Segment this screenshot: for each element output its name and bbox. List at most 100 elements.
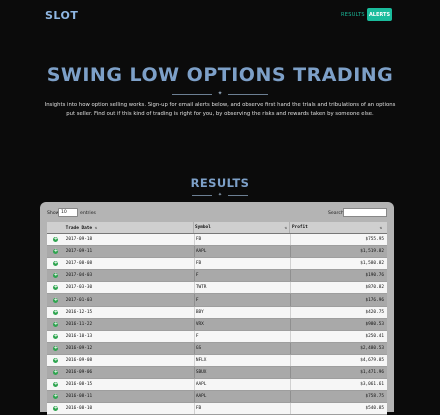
trade-date-cell: 2017-09-11 <box>65 249 93 255</box>
profit-cell: $540.85 <box>290 403 387 415</box>
results-table-panel: Show 10 entries Search: Trade Date ⇅ Sym… <box>40 202 394 415</box>
expand-cell[interactable]: + <box>47 273 65 279</box>
trade-date-cell: 2016-09-06 <box>65 370 93 376</box>
profit-cell: $190.76 <box>290 270 387 282</box>
column-header-profit[interactable]: Profit ⇅ <box>288 222 387 233</box>
symbol-cell: TWTR <box>193 282 291 294</box>
star-icon: ✦ <box>217 192 223 198</box>
profit-cell: $980.53 <box>290 318 387 330</box>
table-row[interactable]: +2016-08-15 AAPL $3,061.61 <box>47 379 387 392</box>
column-header-trade-date[interactable]: Trade Date ⇅ <box>65 225 193 231</box>
symbol-cell: SBUX <box>193 367 291 379</box>
expand-plus-icon[interactable]: + <box>53 394 59 400</box>
expand-plus-icon[interactable]: + <box>53 249 59 255</box>
expand-plus-icon[interactable]: + <box>53 357 59 363</box>
expand-cell[interactable]: + <box>47 261 65 267</box>
profit-cell: $1,519.82 <box>290 246 387 258</box>
trade-date-cell: 2017-09-18 <box>65 237 93 243</box>
table-row[interactable]: +2016-09-06 SBUX $1,471.96 <box>47 367 387 380</box>
trade-date-cell: 2016-09-12 <box>65 345 93 351</box>
trade-date-cell: 2016-08-11 <box>65 394 93 400</box>
profit-cell: $250.41 <box>290 330 387 342</box>
trade-date-cell: 2017-03-30 <box>65 285 93 291</box>
table-row[interactable]: +2017-08-08 FB $1,580.82 <box>47 258 387 271</box>
expand-plus-icon[interactable]: + <box>53 333 59 339</box>
entries-label: entries <box>80 211 96 216</box>
symbol-cell: NFLX <box>193 354 291 367</box>
expand-cell[interactable]: + <box>47 309 65 315</box>
expand-cell[interactable]: + <box>47 382 65 388</box>
expand-cell[interactable]: + <box>47 406 65 412</box>
table-row[interactable]: +2016-09-12 GS $2,480.53 <box>47 342 387 355</box>
expand-cell[interactable]: + <box>47 321 65 327</box>
expand-cell[interactable]: + <box>47 249 65 255</box>
sort-icon[interactable]: ⇅ <box>95 225 99 230</box>
brand-logo[interactable]: SLOT <box>45 9 78 22</box>
symbol-cell: AAPL <box>193 246 291 258</box>
expand-plus-icon[interactable]: + <box>53 406 59 412</box>
table-row[interactable]: +2016-08-11 AAPL $758.75 <box>47 391 387 404</box>
expand-cell[interactable]: + <box>47 285 65 291</box>
trade-date-cell: 2017-04-03 <box>65 273 93 279</box>
nav-alerts-button[interactable]: ALERTS <box>367 8 392 21</box>
symbol-cell: AAPL <box>193 379 291 391</box>
table-row[interactable]: +2017-04-03 F $190.76 <box>47 270 387 283</box>
sort-icon[interactable]: ⇅ <box>380 225 384 230</box>
table-row[interactable]: +2017-09-11 AAPL $1,519.82 <box>47 246 387 259</box>
divider-line <box>172 94 212 95</box>
expand-plus-icon[interactable]: + <box>53 321 59 327</box>
symbol-cell: FB <box>193 258 291 270</box>
table-row[interactable]: +2016-11-22 VRX $980.53 <box>47 318 387 331</box>
profit-cell: $755.95 <box>290 234 387 246</box>
table-row[interactable]: +2017-01-03 F $176.96 <box>47 294 387 307</box>
expand-cell[interactable]: + <box>47 345 65 351</box>
profit-cell: $758.75 <box>290 391 387 403</box>
trade-date-cell: 2016-09-08 <box>65 357 93 363</box>
table-row[interactable]: +2016-10-13 F $250.41 <box>47 330 387 343</box>
table-row[interactable]: +2016-08-10 FB $540.85 <box>47 403 387 415</box>
symbol-cell: BBY <box>193 306 291 318</box>
column-label: Symbol <box>194 225 211 230</box>
trade-date-cell: 2017-01-03 <box>65 297 93 303</box>
symbol-cell: F <box>193 270 291 282</box>
search-input[interactable] <box>343 208 387 217</box>
nav-results-link[interactable]: RESULTS <box>341 12 365 18</box>
symbol-cell: FB <box>193 234 291 246</box>
table-row[interactable]: +2016-09-08 NFLX $4,679.85 <box>47 354 387 368</box>
expand-cell[interactable]: + <box>47 357 65 363</box>
expand-plus-icon[interactable]: + <box>53 297 59 303</box>
trade-date-cell: 2016-08-10 <box>65 406 93 412</box>
table-row[interactable]: +2017-09-18 FB $755.95 <box>47 234 387 247</box>
expand-cell[interactable]: + <box>47 297 65 303</box>
expand-plus-icon[interactable]: + <box>53 261 59 267</box>
expand-cell[interactable]: + <box>47 333 65 339</box>
expand-plus-icon[interactable]: + <box>53 309 59 315</box>
expand-plus-icon[interactable]: + <box>53 382 59 388</box>
profit-cell: $1,471.96 <box>290 367 387 379</box>
expand-cell[interactable]: + <box>47 237 65 243</box>
expand-plus-icon[interactable]: + <box>53 345 59 351</box>
expand-plus-icon[interactable]: + <box>53 370 59 376</box>
divider-line <box>228 94 268 95</box>
star-icon: ✦ <box>217 90 223 97</box>
divider-line <box>192 195 212 196</box>
trade-date-cell: 2017-08-08 <box>65 261 93 267</box>
column-header-symbol[interactable]: Symbol ⇅ <box>192 222 289 233</box>
expand-plus-icon[interactable]: + <box>53 237 59 243</box>
expand-plus-icon[interactable]: + <box>53 273 59 279</box>
column-label: Profit <box>291 225 308 230</box>
profit-cell: $2,480.53 <box>290 342 387 354</box>
trade-date-cell: 2016-08-15 <box>65 382 93 388</box>
trade-date-cell: 2016-10-13 <box>65 333 93 339</box>
symbol-cell: F <box>193 294 291 306</box>
expand-cell[interactable]: + <box>47 370 65 376</box>
expand-cell[interactable]: + <box>47 394 65 400</box>
symbol-cell: AAPL <box>193 391 291 403</box>
expand-plus-icon[interactable]: + <box>53 285 59 291</box>
page-size-select[interactable]: 10 <box>58 208 78 217</box>
table-header: Trade Date ⇅ Symbol ⇅ Profit ⇅ <box>47 222 387 234</box>
page-description: Insights into how option selling works. … <box>44 102 396 117</box>
table-row[interactable]: +2016-12-15 BBY $420.75 <box>47 306 387 319</box>
profit-cell: $176.96 <box>290 294 387 306</box>
table-row[interactable]: +2017-03-30 TWTR $870.82 <box>47 282 387 295</box>
